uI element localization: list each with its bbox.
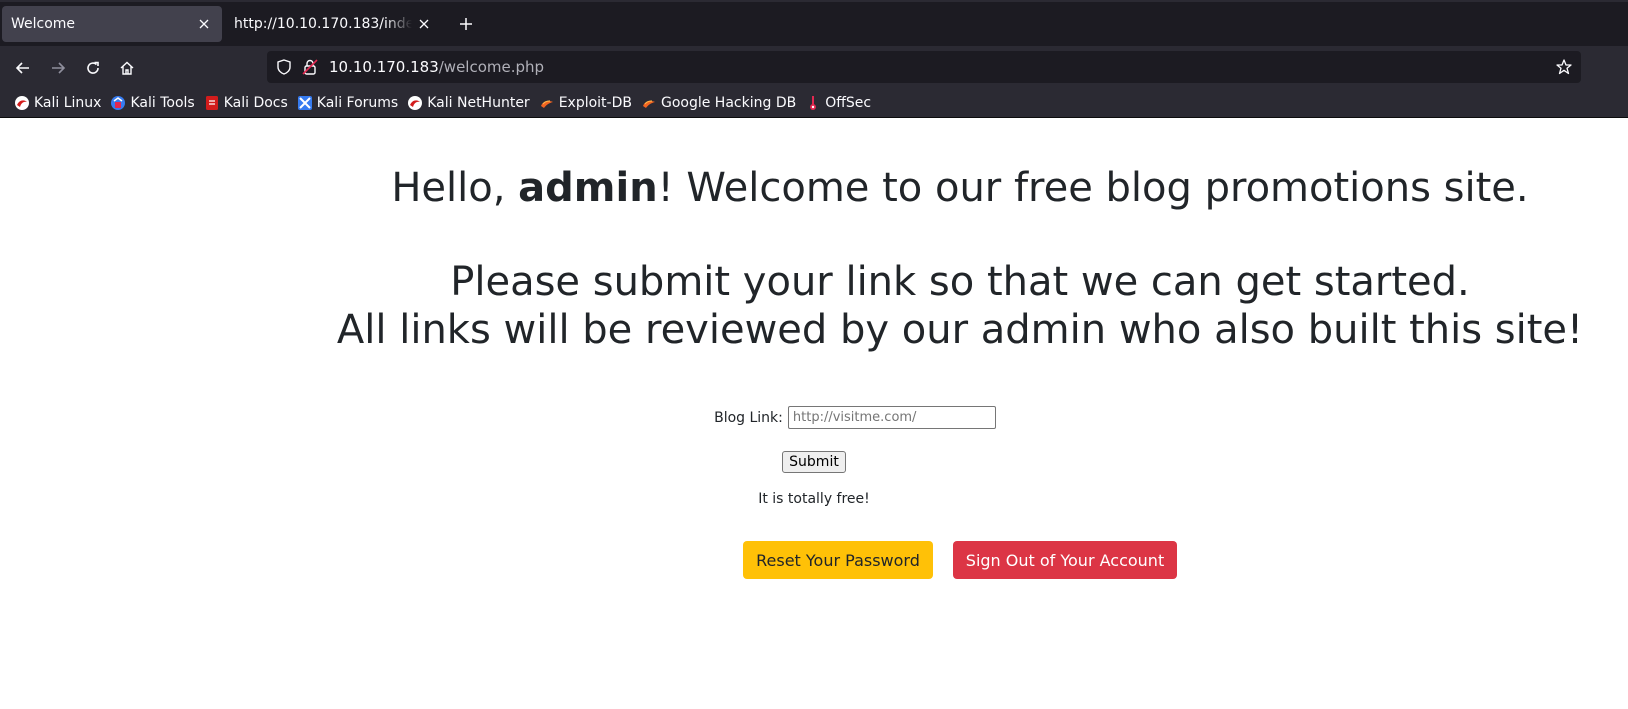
close-icon[interactable] bbox=[412, 12, 436, 36]
bookmarks-toolbar: Kali Linux Kali Tools Kali Docs Kali For… bbox=[0, 88, 1628, 118]
url-host: 10.10.170.183 bbox=[329, 58, 439, 76]
bookmark-kali-forums[interactable]: Kali Forums bbox=[293, 91, 402, 115]
bookmark-exploit-db[interactable]: Exploit-DB bbox=[535, 91, 636, 115]
tab-welcome[interactable]: Welcome bbox=[2, 6, 222, 42]
reload-button[interactable] bbox=[79, 54, 107, 82]
kali-dragon-icon bbox=[15, 95, 29, 110]
back-button[interactable] bbox=[9, 54, 37, 82]
review-notice: All links will be reviewed by our admin … bbox=[336, 307, 1584, 353]
tab-index[interactable]: http://10.10.170.183/index.php bbox=[224, 6, 442, 42]
bookmark-label: Kali NetHunter bbox=[427, 94, 530, 111]
shield-icon[interactable] bbox=[275, 58, 293, 76]
url-path: /welcome.php bbox=[438, 58, 545, 76]
bookmark-google-hacking-db[interactable]: Google Hacking DB bbox=[637, 91, 800, 115]
submit-row: Submit bbox=[0, 451, 1628, 473]
forward-button[interactable] bbox=[44, 54, 72, 82]
welcome-heading: Hello, admin! Welcome to our free blog p… bbox=[391, 165, 1529, 211]
home-icon bbox=[120, 61, 134, 75]
kali-tools-icon bbox=[111, 95, 126, 110]
submit-instructions: Please submit your link so that we can g… bbox=[450, 259, 1470, 305]
close-icon[interactable] bbox=[192, 12, 216, 36]
bookmark-label: Kali Forums bbox=[316, 94, 399, 111]
tab-title: Welcome bbox=[11, 16, 76, 32]
exploit-db-icon bbox=[540, 99, 553, 108]
kali-dragon-icon bbox=[408, 95, 423, 110]
url-text[interactable]: 10.10.170.183/welcome.php bbox=[329, 51, 544, 83]
star-icon[interactable] bbox=[1555, 58, 1573, 76]
arrow-right-icon bbox=[52, 62, 66, 74]
kali-docs-icon bbox=[205, 95, 218, 110]
submit-button[interactable]: Submit bbox=[782, 451, 846, 473]
tab-strip: Welcome http://10.10.170.183/index.php bbox=[0, 0, 1628, 46]
bookmark-kali-tools[interactable]: Kali Tools bbox=[106, 91, 198, 115]
plus-icon bbox=[460, 18, 472, 30]
tab-title: http://10.10.170.183/index.php bbox=[234, 16, 412, 32]
exploit-db-icon bbox=[642, 99, 655, 108]
bookmark-label: Google Hacking DB bbox=[660, 94, 797, 111]
sign-out-button[interactable]: Sign Out of Your Account bbox=[953, 541, 1177, 579]
offsec-icon bbox=[810, 95, 817, 110]
blog-link-row: Blog Link: bbox=[0, 406, 1628, 429]
navigation-toolbar: 10.10.170.183/welcome.php bbox=[0, 46, 1628, 88]
url-bar[interactable]: 10.10.170.183/welcome.php bbox=[267, 51, 1581, 83]
bookmark-label: Kali Linux bbox=[34, 94, 102, 111]
bookmark-label: Kali Tools bbox=[130, 94, 195, 111]
new-tab-button[interactable] bbox=[454, 12, 478, 36]
bookmark-kali-linux[interactable]: Kali Linux bbox=[10, 91, 105, 115]
bookmark-kali-nethunter[interactable]: Kali NetHunter bbox=[403, 91, 533, 115]
kali-forums-icon bbox=[297, 95, 312, 110]
free-text: It is totally free! bbox=[758, 491, 870, 507]
blog-link-input[interactable] bbox=[787, 406, 996, 429]
arrow-left-icon bbox=[15, 62, 29, 74]
bookmark-label: Kali Docs bbox=[223, 94, 288, 111]
bookmark-label: Exploit-DB bbox=[558, 94, 632, 111]
blog-link-label: Blog Link: bbox=[714, 409, 783, 426]
bookmark-offsec[interactable]: OffSec bbox=[801, 91, 875, 115]
bookmark-kali-docs[interactable]: Kali Docs bbox=[200, 91, 292, 115]
username: admin bbox=[518, 165, 658, 211]
insecure-lock-icon[interactable] bbox=[301, 58, 319, 76]
reload-icon bbox=[87, 61, 99, 74]
reset-password-button[interactable]: Reset Your Password bbox=[743, 541, 933, 579]
home-button[interactable] bbox=[113, 54, 141, 82]
page-content: Hello, admin! Welcome to our free blog p… bbox=[0, 118, 1628, 709]
bookmark-label: OffSec bbox=[825, 94, 872, 111]
